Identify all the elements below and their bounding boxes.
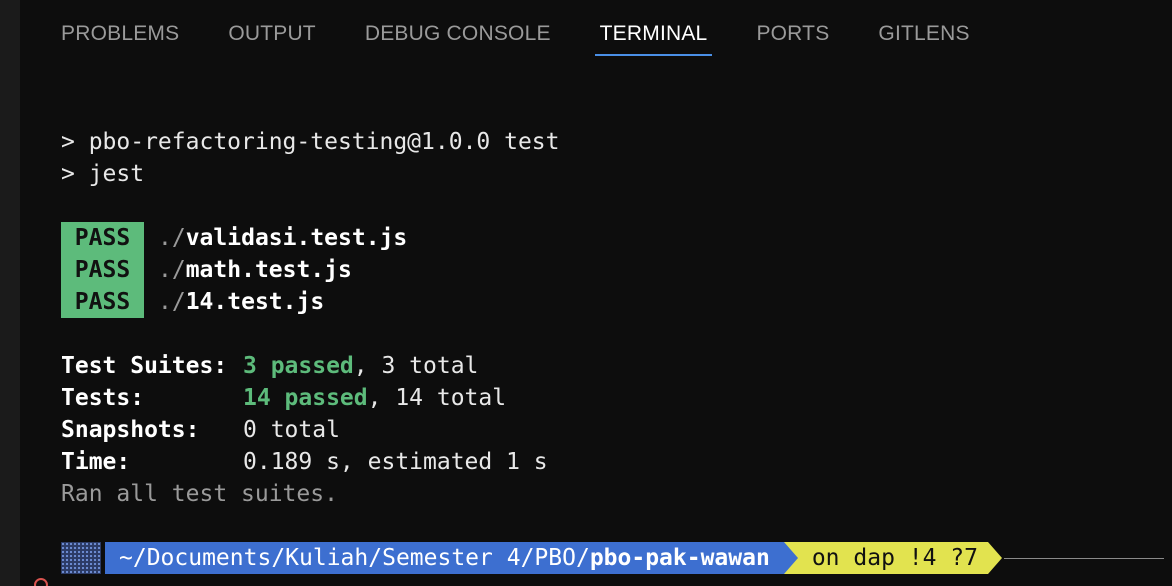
time-value: 0.189 s, estimated 1 s [243, 449, 548, 475]
test-file-name: 14.test.js [185, 289, 325, 315]
powerline-arrow-icon [783, 542, 798, 574]
tests-total: , 14 total [367, 385, 507, 411]
sidebar-edge [0, 0, 20, 586]
summary-label: Test Suites: [61, 353, 228, 379]
snapshots-value: 0 total [243, 417, 340, 443]
summary-label: Snapshots: [61, 417, 200, 443]
git-status: on dap !4 ?7 [797, 542, 988, 574]
pass-badge: PASS [61, 286, 144, 318]
prompt-decoration [61, 542, 101, 574]
test-result-row: PASS ./math.test.js [61, 254, 1161, 286]
tab-terminal[interactable]: TERMINAL [594, 18, 713, 58]
suites-total: , 3 total [353, 353, 479, 379]
panel-tab-bar: PROBLEMS OUTPUT DEBUG CONSOLE TERMINAL P… [61, 18, 1019, 58]
prompt-path: ~/Documents/Kuliah/Semester 4/PBO/pbo-pa… [105, 542, 784, 574]
test-file-dir: ./ [158, 225, 186, 251]
suites-passed: 3 passed [243, 353, 354, 379]
summary-snapshots: Snapshots: 0 total [61, 414, 1161, 446]
path-prefix: ~/Documents/Kuliah/Semester 4/PBO/ [119, 545, 590, 571]
powerline-arrow-icon [988, 542, 1002, 574]
tests-passed: 14 passed [243, 385, 368, 411]
test-file-dir: ./ [158, 257, 186, 283]
summary-label: Tests: [61, 385, 145, 411]
shell-prompt: ~/Documents/Kuliah/Semester 4/PBO/pbo-pa… [61, 542, 1164, 574]
test-result-row: PASS ./14.test.js [61, 286, 1161, 318]
summary-time: Time: 0.189 s, estimated 1 s [61, 446, 1161, 478]
path-current-dir: pbo-pak-wawan [589, 545, 770, 571]
summary-suites: Test Suites: 3 passed, 3 total [61, 350, 1161, 382]
terminal-output[interactable]: > pbo-refactoring-testing@1.0.0 test > j… [61, 126, 1161, 510]
tab-debug-console[interactable]: DEBUG CONSOLE [365, 18, 551, 58]
tab-gitlens[interactable]: GITLENS [878, 18, 969, 58]
prompt-rule [1004, 557, 1164, 559]
ran-all-message: Ran all test suites. [61, 481, 338, 507]
command-line: > pbo-refactoring-testing@1.0.0 test [61, 129, 560, 155]
test-file-dir: ./ [158, 289, 186, 315]
test-result-row: PASS ./validasi.test.js [61, 222, 1161, 254]
summary-tests: Tests: 14 passed, 14 total [61, 382, 1161, 414]
tab-ports[interactable]: PORTS [756, 18, 829, 58]
pass-badge: PASS [61, 254, 144, 286]
summary-label: Time: [61, 449, 131, 475]
status-indicator-icon [34, 578, 48, 586]
tab-output[interactable]: OUTPUT [228, 18, 316, 58]
test-file-name: math.test.js [185, 257, 352, 283]
test-file-name: validasi.test.js [185, 225, 408, 251]
command-line: > jest [61, 161, 145, 187]
terminal-panel: PROBLEMS OUTPUT DEBUG CONSOLE TERMINAL P… [0, 0, 1172, 586]
pass-badge: PASS [61, 222, 144, 254]
tab-problems[interactable]: PROBLEMS [61, 18, 179, 58]
